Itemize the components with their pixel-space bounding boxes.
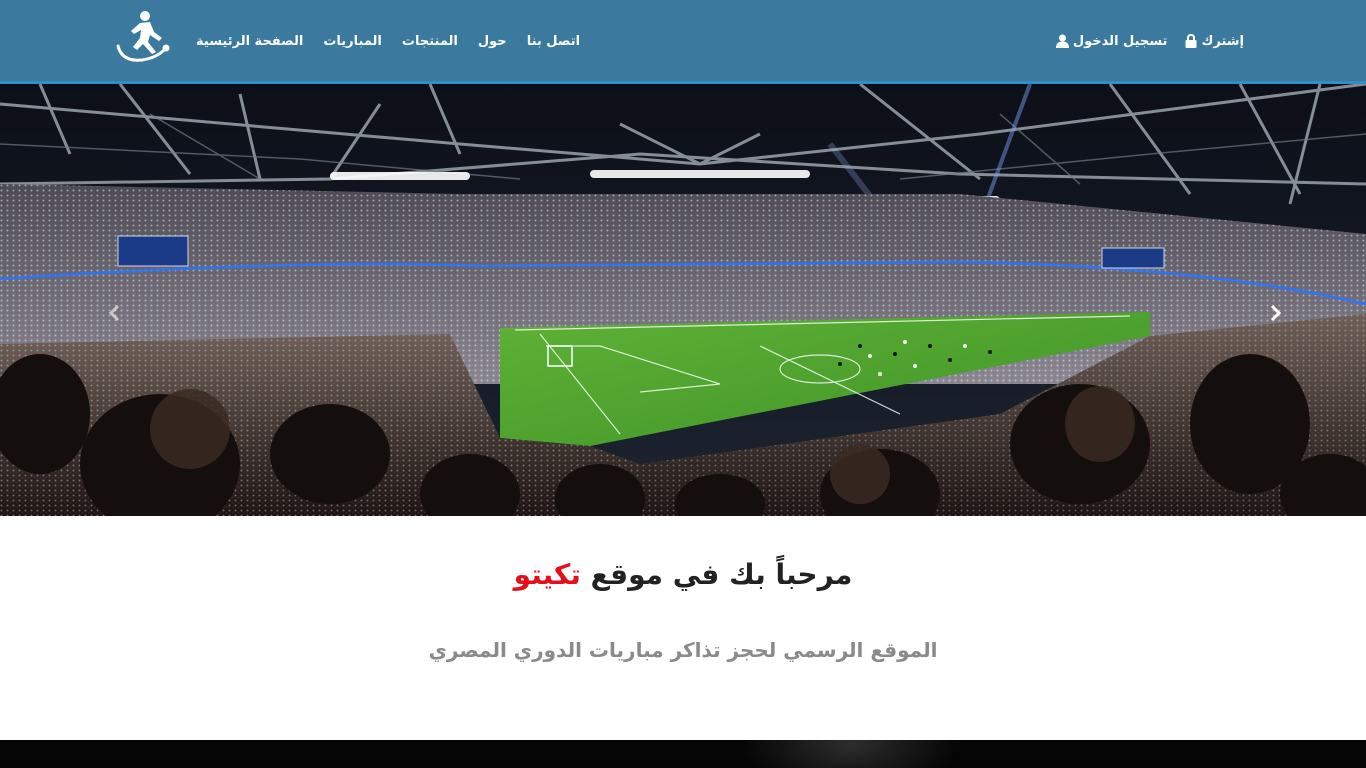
welcome-title-prefix: مرحباً بك في موقع (590, 558, 853, 591)
nav-link-matches[interactable]: المباريات (323, 34, 382, 49)
hero-carousel (0, 84, 1366, 516)
carousel-next-button[interactable] (1264, 302, 1286, 324)
welcome-title: مرحباً بك في موقع تكيتو (0, 558, 1366, 591)
welcome-section: مرحباً بك في موقع تكيتو الموقع الرسمي لح… (0, 516, 1366, 740)
stadium-image (0, 84, 1366, 516)
login-label: تسجيل الدخول (1072, 33, 1168, 49)
login-link[interactable]: تسجيل الدخول (1055, 33, 1168, 49)
lock-icon (1185, 34, 1197, 48)
carousel-prev-button[interactable] (104, 302, 126, 324)
welcome-subtitle: الموقع الرسمي لحجز تذاكر مباريات الدوري … (428, 638, 938, 662)
main-nav: الصفحة الرئيسية المباريات المنتجات حول ا… (196, 30, 580, 52)
football-player-logo-icon[interactable] (112, 6, 174, 66)
chevron-right-icon (1264, 304, 1286, 328)
signup-link[interactable]: إشترك (1185, 34, 1244, 49)
nav-link-contact[interactable]: اتصل بنا (527, 34, 580, 49)
next-section-strip (0, 740, 1366, 768)
chevron-left-icon (104, 304, 126, 328)
auth-links: تسجيل الدخول إشترك (1055, 30, 1244, 52)
nav-link-about[interactable]: حول (478, 34, 507, 49)
signup-label: إشترك (1201, 33, 1244, 49)
nav-link-home[interactable]: الصفحة الرئيسية (196, 34, 303, 49)
brand-name: تكيتو (513, 558, 581, 591)
nav-link-products[interactable]: المنتجات (402, 34, 458, 49)
user-icon (1055, 34, 1069, 48)
navbar: الصفحة الرئيسية المباريات المنتجات حول ا… (0, 0, 1366, 84)
